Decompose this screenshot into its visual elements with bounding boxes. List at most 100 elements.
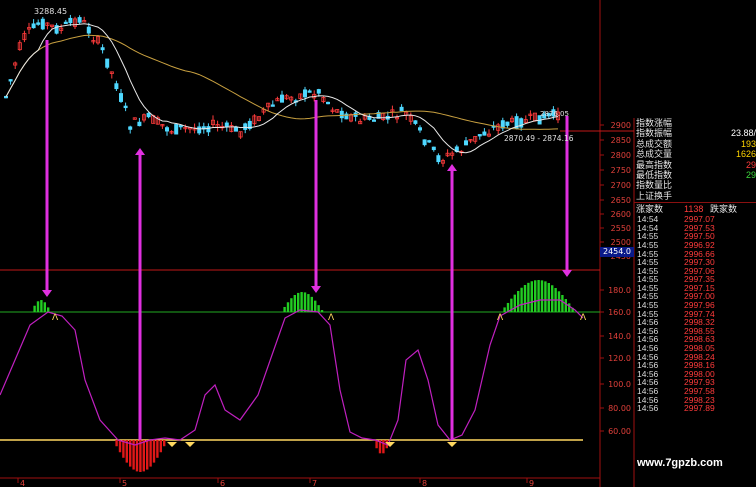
indicator-tick-label: 160.0 <box>608 308 631 317</box>
x-tick-label: 6 <box>220 479 225 487</box>
candle-body <box>86 26 91 34</box>
candle-body <box>427 140 432 143</box>
range-label: 2870.49 - 2874.16 <box>504 134 574 143</box>
stat-label: 上证换手 <box>636 190 673 201</box>
red-bar <box>152 440 156 463</box>
candle-body <box>279 94 284 103</box>
indicator-tick-label: 120.0 <box>608 354 631 363</box>
sell-marker-icon: ᐱ <box>497 313 504 323</box>
stat-row: 最高指数 29 <box>634 160 756 170</box>
indicator-tick-label: 60.00 <box>608 427 631 436</box>
candle-body <box>63 21 68 25</box>
stat-row: 指数涨幅 <box>634 118 756 128</box>
green-bar <box>307 294 310 312</box>
arrowhead-icon <box>447 164 457 171</box>
indicator-bars <box>33 280 574 472</box>
price-tick-label: 2800 <box>611 151 631 160</box>
candle-body <box>307 90 312 93</box>
green-bar <box>557 291 561 312</box>
green-bar <box>33 305 36 312</box>
red-bar <box>156 440 159 458</box>
green-bar <box>297 292 300 312</box>
candle-body <box>270 104 275 107</box>
candle-body <box>463 140 468 146</box>
green-bar <box>310 296 313 312</box>
candle-body <box>233 126 238 132</box>
tick-price: 2997.89 <box>684 403 715 414</box>
green-bar <box>40 300 43 312</box>
candle-body <box>422 139 427 146</box>
price-tick-label: 2550 <box>611 224 631 233</box>
stat-value: 29 <box>745 159 756 170</box>
candle-body <box>123 105 128 109</box>
price-tick-label: 2600 <box>611 210 631 219</box>
x-tick-label: 5 <box>122 479 127 487</box>
red-bar <box>139 440 142 472</box>
sell-marker-icon: ᐱ <box>328 313 335 323</box>
quote-panel: 指数涨幅 指数振幅 23.88/总成交额 193 总成交量 1626 最高指数 29 最低指数 2… <box>634 118 756 487</box>
candle-body <box>206 126 211 133</box>
candle-body <box>137 121 142 127</box>
green-bar <box>540 280 544 312</box>
green-bar <box>47 307 50 312</box>
green-bar <box>551 285 554 312</box>
green-bar <box>293 295 296 312</box>
candle-body <box>302 89 307 98</box>
stat-row: 最低指数 29 <box>634 170 756 180</box>
red-bar <box>122 440 125 458</box>
stat-label: 指数涨幅 <box>636 118 673 128</box>
candle-body <box>477 134 482 137</box>
tick-time: 14:56 <box>637 403 659 414</box>
signal-markers: ᐱᐱᐱᐱ <box>52 313 587 447</box>
high-label: 3288.45 <box>34 7 67 16</box>
candle-body <box>114 83 119 90</box>
top-right-label: 2876.05 <box>540 110 569 118</box>
red-bar <box>382 440 385 454</box>
green-bar <box>517 290 520 312</box>
candle-body <box>105 58 110 68</box>
stat-label: 最高指数 <box>636 159 673 170</box>
sell-marker-icon: ᐱ <box>52 313 59 323</box>
green-bar <box>520 287 523 312</box>
green-bar <box>537 280 540 312</box>
stat-row: 指数振幅 23.88/ <box>634 128 756 138</box>
green-bar <box>523 285 527 312</box>
stat-row: 总成交量 1626 <box>634 149 756 159</box>
stat-label: 最低指数 <box>636 169 673 180</box>
candle-body <box>505 121 510 126</box>
candle-body <box>482 131 487 136</box>
tick-list[interactable]: 14:54 2997.07 14:54 2997.53 14:55 2997.50 14:5… <box>634 215 756 413</box>
candle-body <box>413 120 418 124</box>
arrowhead-icon <box>135 148 145 155</box>
price-tick-label: 2900 <box>611 121 631 130</box>
red-bar <box>159 440 162 453</box>
candle-body <box>8 79 13 82</box>
stat-row: 总成交额 193 <box>634 139 756 149</box>
indicator-line <box>0 299 584 446</box>
price-tick-label: 2750 <box>611 166 631 175</box>
green-bar <box>544 281 547 312</box>
candle-body <box>417 127 422 131</box>
red-bar <box>163 440 166 447</box>
stat-value: 29 <box>745 169 756 180</box>
candlestick-series <box>4 14 561 167</box>
candle-body <box>100 47 105 51</box>
candle-body <box>146 112 151 118</box>
x-tick-label: 7 <box>312 479 317 487</box>
indicator-tick-label: 100.0 <box>608 380 631 389</box>
green-bar <box>283 306 286 312</box>
green-bar <box>530 281 533 312</box>
stat-value: 193 <box>740 138 756 149</box>
green-bar <box>300 292 303 312</box>
watermark: www.7gpzb.com <box>637 457 723 469</box>
green-bar <box>561 295 564 312</box>
buy-marker-icon <box>167 442 177 447</box>
price-tick-label: 2500 <box>611 238 631 247</box>
red-bar <box>146 440 149 470</box>
red-bar <box>142 440 145 472</box>
candle-body <box>224 122 229 128</box>
red-bar <box>118 440 122 453</box>
arrowhead-icon <box>42 290 52 297</box>
indicator-tick-label: 180.0 <box>608 286 631 295</box>
x-axis: 4 5 6 7 8 9 <box>17 478 534 487</box>
